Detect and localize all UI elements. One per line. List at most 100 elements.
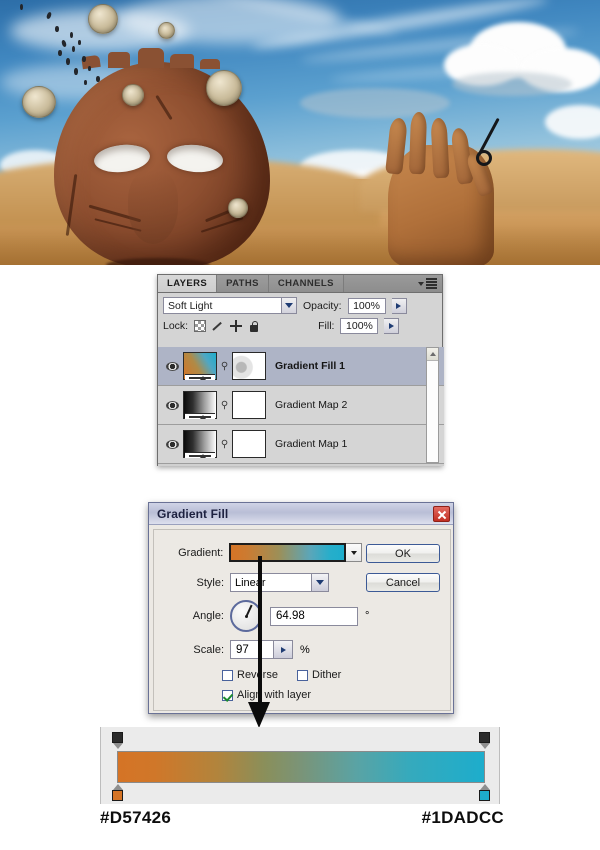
cloud-cumulus (300, 88, 450, 118)
lock-label: Lock: (163, 320, 189, 332)
blend-mode-dropdown-arrow[interactable] (281, 298, 296, 313)
style-dropdown-arrow[interactable] (312, 573, 329, 592)
opacity-stepper[interactable] (391, 297, 407, 314)
down-arrow-annotation (248, 556, 270, 728)
move-lock-icon[interactable] (230, 320, 243, 332)
flying-bird (72, 46, 75, 52)
table-row[interactable]: ⚲ Gradient Map 2 (158, 386, 444, 425)
gradient-slider-bar (185, 413, 215, 419)
angle-value: 64.98 (276, 610, 305, 622)
head-mouth (106, 258, 210, 265)
link-icon[interactable]: ⚲ (220, 400, 229, 411)
head-jagged-edge (108, 52, 130, 68)
layer-visibility-toggle[interactable] (161, 400, 183, 410)
hex-value-row: #D57426 #1DADCC (100, 808, 504, 828)
flying-bird (70, 32, 73, 38)
layer-mask-thumbnail[interactable] (232, 391, 266, 419)
chevron-down-icon (285, 303, 293, 308)
panel-tab-bar: LAYERS PATHS CHANNELS (158, 275, 442, 293)
opacity-stop-pointer (112, 743, 123, 749)
hamburger-menu-icon (426, 278, 437, 289)
color-stop-left[interactable] (112, 784, 123, 801)
gradient-editor-strip (100, 727, 500, 804)
gradient-slider-bar (185, 452, 215, 458)
layer-mask-thumbnail[interactable] (232, 352, 266, 380)
style-select[interactable]: Linear (230, 573, 312, 592)
align-with-layer-checkbox[interactable] (222, 689, 233, 701)
scale-field-row: Scale: 97 % (162, 640, 310, 659)
opacity-stop-left[interactable] (112, 732, 123, 749)
head-jagged-edge (138, 48, 164, 68)
table-row[interactable]: birds (158, 464, 444, 466)
dither-checkbox-row[interactable]: Dither (297, 669, 341, 681)
scale-label: Scale: (193, 643, 224, 656)
fill-input[interactable]: 100% (340, 318, 379, 334)
opacity-label: Opacity: (303, 299, 342, 312)
blend-mode-select[interactable]: Soft Light (163, 297, 297, 314)
tab-layers[interactable]: LAYERS (158, 275, 218, 292)
eye-icon (165, 361, 179, 371)
layer-list[interactable]: ⚲ Gradient Fill 1 ⚲ Gradient Map 2 ⚲ Gra… (158, 347, 444, 466)
end-color-hex: #1DADCC (421, 808, 504, 827)
table-row[interactable]: ⚲ Gradient Map 1 (158, 425, 444, 464)
tab-paths-label: PATHS (226, 278, 259, 289)
gradient-preset-dropdown[interactable] (346, 543, 362, 562)
color-stop-right[interactable] (479, 784, 490, 801)
angle-field-row: Angle: 64.98 ° (162, 600, 369, 632)
color-stop-swatch (112, 790, 123, 801)
reverse-checkbox[interactable] (222, 669, 233, 681)
layer-name: Gradient Fill 1 (275, 360, 346, 372)
layer-thumbnail[interactable] (183, 391, 217, 419)
dither-checkbox[interactable] (297, 669, 308, 681)
reverse-checkbox-row[interactable]: Reverse (222, 669, 278, 681)
head-jagged-edge (200, 59, 220, 69)
tab-paths[interactable]: PATHS (217, 275, 269, 292)
transparency-lock-icon[interactable] (194, 320, 207, 332)
ok-button-label: OK (395, 547, 411, 560)
angle-hub (244, 614, 248, 618)
dialog-title-bar[interactable]: Gradient Fill (149, 503, 453, 525)
head-nose (128, 170, 178, 244)
panel-menu-button[interactable] (418, 275, 442, 292)
cloud-cumulus (452, 72, 572, 96)
angle-unit: ° (365, 610, 370, 622)
layer-visibility-toggle[interactable] (161, 361, 183, 371)
gradient-preview-swatch[interactable] (229, 543, 347, 562)
opacity-input[interactable]: 100% (347, 297, 386, 314)
ok-button[interactable]: OK (366, 544, 440, 563)
style-field-row: Style: Linear (162, 573, 329, 592)
layer-mask-thumbnail[interactable] (232, 430, 266, 458)
gradient-slider-marker (200, 414, 206, 419)
align-with-layer-row[interactable]: Align with layer (222, 689, 311, 701)
link-icon[interactable]: ⚲ (220, 439, 229, 450)
blend-mode-row: Soft Light Opacity: 100% (158, 293, 442, 317)
scale-stepper[interactable] (274, 640, 293, 659)
layer-visibility-toggle[interactable] (161, 439, 183, 449)
gradient-bar[interactable] (117, 751, 485, 783)
gradient-field-row: Gradient: (162, 543, 362, 562)
scale-input[interactable]: 97 (230, 640, 274, 659)
angle-input[interactable]: 64.98 (270, 606, 358, 626)
opacity-stop-swatch (479, 732, 490, 743)
brush-lock-icon[interactable] (212, 320, 224, 332)
table-row[interactable]: ⚲ Gradient Fill 1 (158, 347, 444, 386)
scale-value: 97 (236, 643, 249, 656)
layer-thumbnail[interactable] (183, 430, 217, 458)
angle-label: Angle: (192, 610, 224, 622)
eye-icon (165, 439, 179, 449)
fill-stepper[interactable] (384, 318, 400, 334)
head-crack (155, 94, 173, 121)
hand-finger (408, 111, 428, 175)
layers-scrollbar[interactable] (426, 347, 439, 463)
link-icon[interactable]: ⚲ (220, 361, 229, 372)
scroll-up-button[interactable] (427, 348, 438, 361)
tab-channels[interactable]: CHANNELS (268, 275, 344, 292)
head-eye-right (165, 142, 225, 175)
opacity-stop-right[interactable] (479, 732, 490, 749)
close-icon[interactable] (433, 505, 450, 522)
layer-thumbnail[interactable] (183, 352, 217, 380)
all-lock-icon[interactable] (248, 320, 260, 332)
blend-mode-value: Soft Light (168, 299, 213, 312)
head-jagged-edge (170, 54, 194, 68)
cancel-button[interactable]: Cancel (366, 573, 440, 592)
